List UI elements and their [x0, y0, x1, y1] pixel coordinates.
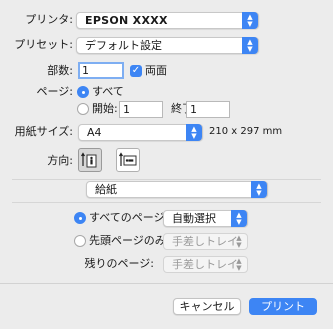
pages-to-field[interactable]: 1: [186, 101, 230, 118]
printer-popup[interactable]: EPSON XXXX ▲ ▼: [76, 12, 259, 29]
all-pages-label: すべてのページ:: [89, 211, 169, 224]
presets-label: プリセット:: [14, 38, 73, 51]
popup-arrows-icon: ▲ ▼: [242, 12, 258, 29]
copies-field[interactable]: 1: [78, 62, 124, 79]
popup-arrows-icon: ▲ ▼: [242, 37, 258, 54]
portrait-button[interactable]: [78, 148, 102, 172]
landscape-button[interactable]: [116, 148, 140, 172]
pages-from-label: 開始:: [92, 102, 118, 115]
all-pages-value: 自動選択: [172, 212, 216, 225]
first-page-popup[interactable]: 手差しトレイ ▲ ▼: [163, 233, 248, 250]
print-button[interactable]: プリント: [249, 298, 317, 315]
printer-label: プリンタ:: [25, 13, 73, 26]
separator: [12, 179, 321, 180]
remaining-pages-popup[interactable]: 手差しトレイ ▲ ▼: [163, 256, 248, 273]
remaining-pages-value: 手差しトレイ: [172, 258, 238, 271]
pages-label: ページ:: [36, 85, 74, 98]
first-page-radio[interactable]: [74, 235, 86, 247]
duplex-label: 両面: [145, 64, 167, 77]
paper-size-popup[interactable]: A4 ▲ ▼: [78, 124, 203, 141]
all-pages-radio[interactable]: [74, 212, 86, 224]
cancel-button[interactable]: キャンセル: [173, 298, 241, 315]
pages-range-radio[interactable]: [77, 103, 89, 115]
duplex-checkbox[interactable]: ✓: [130, 65, 142, 77]
popup-arrows-icon: ▲ ▼: [236, 233, 242, 249]
pages-from-field[interactable]: 1: [119, 101, 163, 118]
section-value: 給紙: [95, 183, 117, 196]
pages-all-radio[interactable]: [77, 86, 89, 98]
separator: [0, 283, 333, 284]
presets-value: デフォルト設定: [85, 39, 162, 52]
copies-label: 部数:: [47, 64, 73, 77]
landscape-icon: [118, 152, 137, 166]
remaining-pages-label: 残りのページ:: [84, 257, 155, 270]
paper-size-label: 用紙サイズ:: [14, 125, 73, 138]
separator: [12, 202, 321, 203]
section-popup[interactable]: 給紙 ▲ ▼: [86, 181, 268, 198]
portrait-icon: [80, 152, 97, 168]
popup-arrows-icon: ▲ ▼: [236, 256, 242, 272]
orientation-label: 方向:: [47, 154, 73, 167]
pages-all-label: すべて: [92, 85, 124, 98]
paper-size-value: A4: [87, 126, 102, 139]
popup-arrows-icon: ▲ ▼: [186, 124, 202, 141]
printer-value: EPSON XXXX: [85, 14, 168, 27]
popup-arrows-icon: ▲ ▼: [251, 181, 267, 198]
first-page-label: 先頭ページのみ:: [89, 234, 170, 247]
paper-dimensions: 210 x 297 mm: [209, 126, 283, 137]
all-pages-popup[interactable]: 自動選択 ▲ ▼: [163, 210, 248, 227]
presets-popup[interactable]: デフォルト設定 ▲ ▼: [76, 37, 259, 54]
first-page-value: 手差しトレイ: [172, 235, 238, 248]
popup-arrows-icon: ▲ ▼: [231, 210, 247, 227]
